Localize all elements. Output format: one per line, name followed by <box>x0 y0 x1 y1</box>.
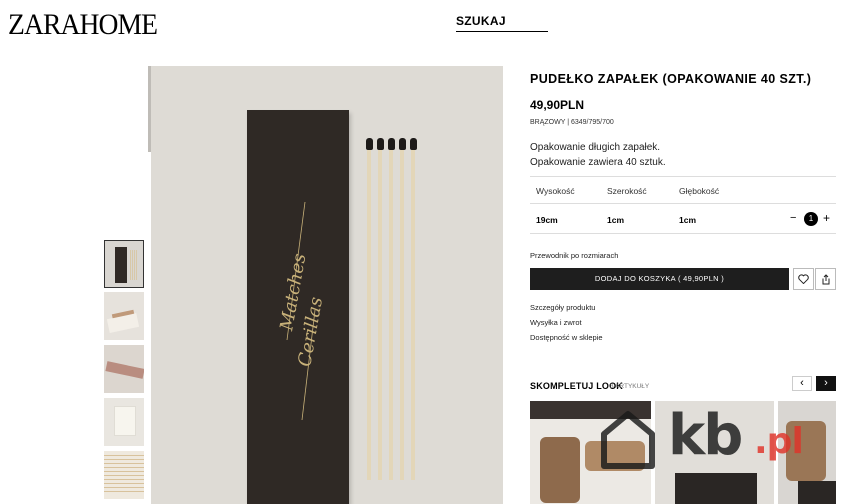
matchbox-print: Matches Cerillas <box>276 201 327 421</box>
match-shape <box>104 491 144 492</box>
match-shape <box>104 455 144 456</box>
quantity-increase-button[interactable]: + <box>823 211 830 225</box>
quantity-decrease-button[interactable]: − <box>790 212 796 224</box>
divider <box>530 233 836 234</box>
match-head <box>376 138 384 150</box>
match-body <box>400 150 404 480</box>
main-product-image[interactable]: Matches Cerillas <box>151 66 503 504</box>
dimension-header-width: Szerokość <box>607 186 647 196</box>
zarahome-logo[interactable]: ZARAHOME <box>8 10 158 40</box>
size-guide-link[interactable]: Przewodnik po rozmiarach <box>530 251 618 260</box>
match-stick <box>365 138 373 480</box>
product-price: 49,90PLN <box>530 98 585 112</box>
match-head <box>409 138 417 150</box>
match-shape <box>104 471 144 472</box>
dimension-header-depth: Głębokość <box>679 186 720 196</box>
search-button[interactable]: SZUKAJ <box>456 14 548 32</box>
product-details-link[interactable]: Szczegóły produktu <box>530 303 595 312</box>
share-button[interactable] <box>815 268 836 290</box>
description-line: Opakowanie zawiera 40 sztuk. <box>530 157 666 168</box>
match-body <box>411 150 415 480</box>
thumbnail-5[interactable] <box>104 451 144 499</box>
quantity-value: 1 <box>804 212 818 226</box>
match-head <box>365 138 373 150</box>
thumbnail-3[interactable] <box>104 345 144 393</box>
match-stick <box>398 138 406 480</box>
dimension-value-height: 19cm <box>536 215 558 225</box>
store-availability-link[interactable]: Dostępność w sklepie <box>530 333 603 342</box>
match-stick <box>409 138 417 480</box>
thumbnail-2[interactable] <box>104 292 144 340</box>
match-body <box>389 150 393 480</box>
product-ref-number: 6349/795/700 <box>570 119 614 126</box>
dimension-value-width: 1cm <box>607 215 625 225</box>
heart-icon <box>798 274 809 284</box>
matchbox-shape <box>115 247 127 283</box>
card-image-shape <box>540 437 580 503</box>
product-title: PUDEŁKO ZAPAŁEK (OPAKOWANIE 40 SZT.) <box>530 72 812 86</box>
wishlist-button[interactable] <box>793 268 814 290</box>
match-shape <box>104 459 144 460</box>
house-icon <box>601 411 655 469</box>
divider <box>530 176 836 177</box>
match-shape <box>104 467 144 468</box>
match-shape <box>104 479 144 480</box>
match-shape <box>136 250 137 280</box>
match-shape <box>104 483 144 484</box>
share-icon <box>822 273 829 284</box>
card-image-shape <box>675 473 757 504</box>
match-head <box>387 138 395 150</box>
thumbnail-1[interactable] <box>104 240 144 288</box>
match-body <box>367 150 371 480</box>
match-shape <box>104 475 144 476</box>
match-shape <box>104 487 144 488</box>
watermark-text: kb <box>668 403 743 468</box>
carousel-next-button[interactable]: › <box>816 376 836 391</box>
product-reference: BRĄZOWY | 6349/795/700 <box>530 119 614 126</box>
match-stick <box>387 138 395 480</box>
match-shape <box>130 250 131 280</box>
shipping-returns-link[interactable]: Wysyłka i zwrot <box>530 318 582 327</box>
dimension-value-depth: 1cm <box>679 215 697 225</box>
match-head <box>398 138 406 150</box>
thumbnail-4[interactable] <box>104 398 144 446</box>
description-line: Opakowanie długich zapałek. <box>530 142 661 153</box>
match-stick <box>376 138 384 480</box>
carousel-prev-button[interactable]: ‹ <box>792 376 812 391</box>
divider <box>530 203 836 204</box>
product-color: BRĄZOWY <box>530 119 566 126</box>
dimension-header-height: Wysokość <box>536 186 575 196</box>
watermark-suffix: .pl <box>754 421 804 462</box>
card-image-shape <box>798 481 836 504</box>
match-shape <box>134 250 135 280</box>
thumbnail-shape <box>105 361 144 379</box>
complete-look-count: 3 ARTYKUŁY <box>610 383 650 390</box>
add-to-cart-button[interactable]: DODAJ DO KOSZYKA ( 49,90PLN ) <box>530 268 789 290</box>
thumbnail-shape <box>114 406 136 436</box>
match-shape <box>104 463 144 464</box>
kb-watermark: kb .pl <box>598 403 818 476</box>
match-body <box>378 150 382 480</box>
match-shape <box>132 250 133 280</box>
matchbox: Matches Cerillas <box>247 110 349 504</box>
